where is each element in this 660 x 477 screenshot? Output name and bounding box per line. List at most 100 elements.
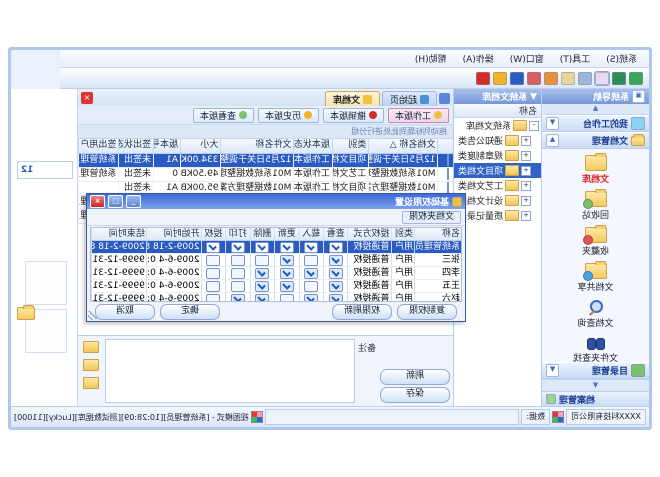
version-button-2[interactable]: 历史版本 [258,108,319,123]
grid-column-header[interactable]: 文件名称 [220,139,293,153]
window-tan-icon[interactable] [561,72,575,85]
nav-footer-collapse[interactable]: ▼ [542,379,649,391]
refresh-permission-button[interactable]: 权限刷新 [332,304,392,320]
help-icon[interactable] [510,72,524,85]
checkbox-checked[interactable] [231,294,245,303]
page-indicator[interactable]: 12 [17,161,73,179]
folder-icon[interactable] [17,307,35,320]
checkbox-unchecked[interactable] [206,294,220,303]
nav-pin-icon[interactable]: ▣ [632,90,645,103]
nav-item-3[interactable]: 文档共享 [547,261,643,295]
nav-item-2[interactable]: 收藏夹 [547,225,643,259]
grid-row-1[interactable]: M01系统数据整理…工艺文档工作版本M01系统数据整理…49.50KB0未签出系… [78,168,453,182]
checkbox-checked[interactable] [280,268,294,279]
tree-column-header[interactable]: 名称 [454,104,541,118]
folder-icon[interactable] [83,341,99,353]
checkbox-unchecked[interactable] [206,281,220,292]
tree-expander-icon[interactable]: - [529,121,539,131]
permission-row-2[interactable]: 李四用户普通授权2009-6-4 0:00:009999-12-31 23:59… [91,267,461,280]
tree-expander-icon[interactable]: + [521,136,531,146]
permission-row-3[interactable]: 王五用户普通授权2009-6-4 0:00:009999-12-31 23:59… [91,280,461,293]
section-doc-management[interactable]: 文档管理 ▲ [542,132,649,149]
tree-expander-icon[interactable]: + [521,166,531,176]
section-my-workbench[interactable]: 我的工作台 ▼ [542,115,649,132]
version-button-0[interactable]: 工作版本 [388,108,449,123]
checkbox-checked[interactable] [255,294,269,303]
permission-row-0[interactable]: 系统管理员用户普通授权2009-2-18 8:35:572009-2-18 8:… [91,241,461,254]
checkbox-unchecked[interactable] [280,294,294,303]
windows-stack-icon[interactable] [578,72,592,85]
permission-column-header[interactable]: 删除 [250,228,274,240]
grid-column-header[interactable]: 版本状态 [293,139,331,153]
menu-item-0[interactable]: 系统(S) [598,50,645,67]
tree-expander-icon[interactable]: + [521,196,531,206]
close-tab-icon[interactable]: × [81,92,93,104]
tree-row-5[interactable]: +设计文档类 [454,193,541,208]
permission-column-header[interactable]: 授权方式 [347,228,390,240]
tree-dropdown-arrow-icon[interactable]: ▼ [530,92,537,102]
checkbox-checked[interactable] [231,242,245,253]
nav-item-0[interactable]: 文档库 [547,153,643,187]
permission-column-header[interactable]: 类别 [391,228,415,240]
tree-expander-icon[interactable]: + [521,211,531,221]
tab-文档库[interactable]: 文档库 [325,91,380,106]
save-button[interactable]: 保存 [380,387,450,403]
checkbox-checked[interactable] [280,242,294,253]
tree-expander-icon[interactable]: + [521,151,531,161]
side-field-box[interactable] [25,261,67,305]
checkbox-unchecked[interactable] [231,281,245,292]
checkbox-checked[interactable] [329,268,343,279]
nav-footer-tab[interactable]: 档案管理 [542,391,649,406]
tree-row-0[interactable]: -系统文档库 [454,118,541,133]
permission-column-header[interactable]: 载入 [299,228,323,240]
globe-icon[interactable] [612,72,626,85]
permission-row-1[interactable]: 张三用户普通授权2009-6-4 0:00:009999-12-31 23:59… [91,254,461,267]
checkbox-checked[interactable] [329,281,343,292]
permission-row-4[interactable]: 赵六用户普通授权2009-6-4 0:00:009999-12-31 23:59… [91,293,461,302]
grid-group-panel[interactable]: 拖动列标题到此处进行分组 [78,125,453,139]
nav-collapse-strip[interactable]: ▲ [542,104,649,115]
checkbox-checked[interactable] [255,242,269,253]
checkbox-unchecked[interactable] [231,268,245,279]
chevron-down-icon[interactable]: ▼ [546,364,559,377]
grid-column-header[interactable]: 签出用户 [78,139,118,153]
nav-item-1[interactable]: 回收站 [547,189,643,223]
chevron-up-icon[interactable]: ▲ [546,134,559,147]
permission-column-header[interactable]: 结束时间 [91,228,146,240]
folder-lavender-icon[interactable] [595,72,609,85]
nav-item-5[interactable]: 文件夹查找 [547,333,643,362]
remark-textarea[interactable] [105,339,355,403]
tree-row-3[interactable]: +项目文档类 [454,163,541,178]
tree-expander-icon[interactable]: + [521,181,531,191]
tree-row-4[interactable]: +工艺文档类 [454,178,541,193]
tab-list-icon[interactable] [439,93,450,104]
grid-row-0[interactable]: 12月5日关于调整…项目文档工作版本12月5日关于调整…334.00KBA1未签… [78,154,453,168]
tree-row-2[interactable]: +规章制度类 [454,148,541,163]
tab-起始页[interactable]: 起始页 [382,91,437,106]
ok-button[interactable]: 确定 [160,304,220,320]
grid-column-header[interactable]: 版本号 [153,139,180,153]
chart-icon[interactable] [629,72,643,85]
grid-column-header[interactable]: 签出状态 [118,139,153,153]
power-icon[interactable] [476,72,490,85]
checkbox-unchecked[interactable] [304,281,318,292]
permission-column-header[interactable]: 名称 [414,228,461,240]
close-icon[interactable]: × [90,195,105,208]
permission-column-header[interactable]: 开始时间 [146,228,201,240]
checkbox-checked[interactable] [280,281,294,292]
checkbox-checked[interactable] [304,242,318,253]
version-button-1[interactable]: 撤销版本 [323,108,384,123]
checkbox-unchecked[interactable] [231,255,245,266]
section-catalog-management[interactable]: 目录管理 ▼ [542,362,649,379]
dialog-title-bar[interactable]: 基础权限设置 _ □ × [87,194,465,209]
grid-column-header[interactable]: 大小 [180,139,220,153]
checkbox-checked[interactable] [304,294,318,303]
cancel-button[interactable]: 取消 [95,304,155,320]
view-mode-icon[interactable] [251,411,263,423]
checkbox-unchecked[interactable] [206,268,220,279]
checkbox-checked[interactable] [280,255,294,266]
minimize-icon[interactable]: _ [126,195,141,208]
checkbox-checked[interactable] [206,242,220,253]
refresh-button[interactable]: 刷新 [380,369,450,385]
tree-row-6[interactable]: +质量记录类 [454,208,541,223]
